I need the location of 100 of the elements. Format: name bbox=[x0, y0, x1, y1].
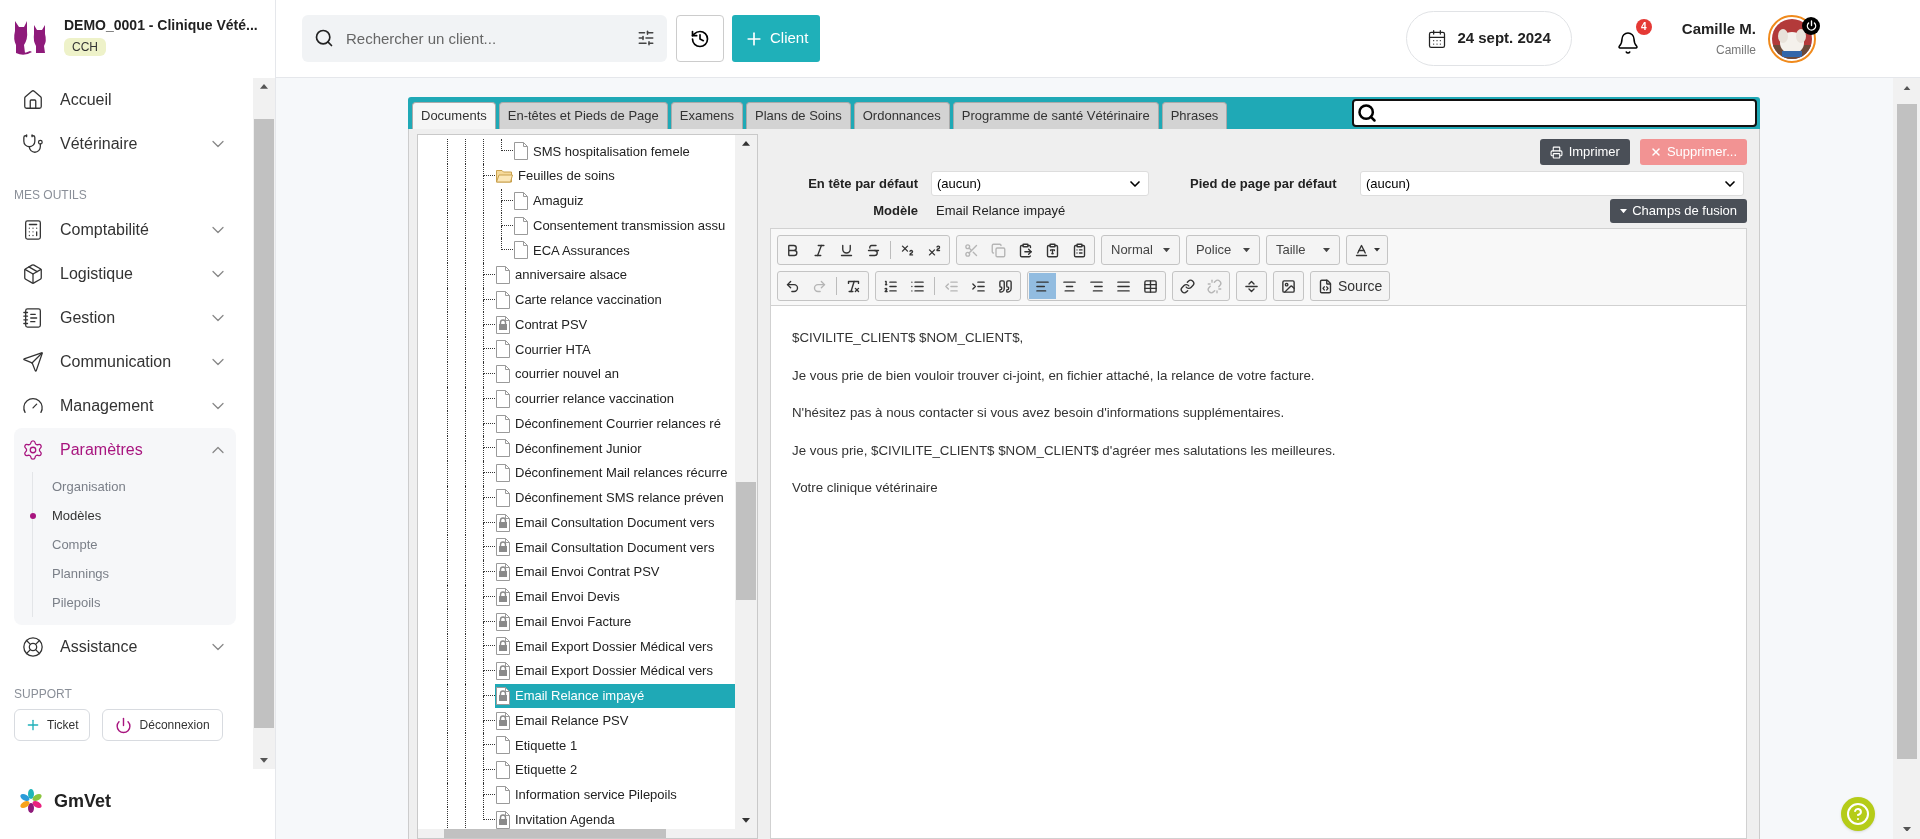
logout-button[interactable]: Déconnexion bbox=[101, 709, 223, 741]
tab[interactable]: Examens bbox=[670, 102, 743, 129]
caret-icon bbox=[1620, 208, 1628, 214]
tree-item[interactable]: courrier relance vaccination bbox=[495, 386, 735, 412]
tree-item[interactable]: Carte relance vaccination bbox=[495, 287, 735, 313]
document-icon bbox=[496, 439, 510, 458]
tree-item[interactable]: Etiquette 2 bbox=[495, 757, 735, 783]
document-icon bbox=[496, 785, 510, 804]
tab[interactable]: Documents bbox=[412, 102, 496, 129]
document-icon bbox=[514, 191, 528, 210]
numbered-list-icon bbox=[883, 278, 898, 294]
submenu-item[interactable]: Modèles bbox=[33, 501, 236, 530]
scrollbar[interactable] bbox=[418, 829, 757, 838]
power-icon bbox=[114, 716, 132, 734]
tree-item[interactable]: Email Envoi Devis bbox=[495, 584, 735, 610]
arrow-up-icon bbox=[260, 84, 268, 89]
tree-item[interactable]: Consentement transmission assu bbox=[513, 213, 735, 238]
submenu-item[interactable]: Pilepoils bbox=[33, 588, 236, 617]
tree-item[interactable]: anniversaire alsace bbox=[495, 262, 735, 288]
locked-document-icon bbox=[496, 587, 510, 606]
nav-item[interactable]: Vétérinaire bbox=[14, 122, 236, 166]
tree-item[interactable]: courrier nouvel an bbox=[495, 361, 735, 387]
search-field[interactable]: Rechercher un client... bbox=[302, 15, 667, 62]
format-dropdown[interactable]: Taille bbox=[1267, 237, 1338, 263]
scrollbar[interactable] bbox=[735, 135, 757, 829]
header-select[interactable]: (aucun) bbox=[931, 171, 1149, 196]
tree-item[interactable]: SMS hospitalisation femele bbox=[513, 139, 735, 164]
tree-item[interactable]: Courrier HTA bbox=[495, 337, 735, 362]
tree-item[interactable]: Email Export Dossier Médical vers bbox=[495, 634, 735, 659]
notebook-icon bbox=[22, 307, 44, 329]
redo-icon bbox=[812, 278, 827, 294]
submenu-item[interactable]: Organisation bbox=[33, 472, 236, 501]
tree-item[interactable]: Déconfinement SMS relance préven bbox=[495, 485, 735, 511]
toolbar-button[interactable]: Source bbox=[1312, 273, 1389, 299]
scrollbar-thumb[interactable] bbox=[736, 481, 756, 600]
nav-item[interactable]: Accueil bbox=[14, 78, 236, 122]
tree-item[interactable]: Feuilles de soins bbox=[495, 163, 735, 189]
strikethrough-icon bbox=[866, 242, 881, 258]
submenu-item[interactable]: Plannings bbox=[33, 559, 236, 588]
history-button[interactable] bbox=[676, 15, 724, 62]
clinic-name: DEMO_0001 - Clinique Vété... bbox=[64, 15, 258, 35]
tree-item[interactable]: Etiquette 1 bbox=[495, 733, 735, 758]
search-icon bbox=[314, 28, 334, 48]
subscript-icon bbox=[900, 242, 915, 258]
nav-item[interactable]: Gestion bbox=[14, 296, 236, 340]
filter-icon bbox=[637, 29, 655, 47]
tree-item[interactable]: Email Relance PSV bbox=[495, 708, 735, 733]
tree-item[interactable]: Déconfinement Mail relances récurre bbox=[495, 460, 735, 486]
scrollbar[interactable] bbox=[1893, 78, 1920, 839]
user-role: Camille bbox=[1716, 41, 1756, 59]
clinic-badge: CCH bbox=[64, 37, 106, 56]
tree-item[interactable]: Email Consultation Document vers bbox=[495, 510, 735, 535]
power-icon bbox=[1805, 20, 1817, 31]
format-dropdown[interactable]: Police bbox=[1187, 237, 1258, 263]
submenu-item[interactable]: Compte bbox=[33, 530, 236, 559]
tab[interactable]: Plans de Soins bbox=[746, 102, 851, 129]
remove-format-icon bbox=[846, 278, 861, 294]
scrollbar[interactable] bbox=[253, 78, 275, 769]
tree-item[interactable]: Email Envoi Facture bbox=[495, 609, 735, 634]
tree-item[interactable]: Déconfinement Junior bbox=[495, 436, 735, 461]
notifications-button[interactable]: 4 bbox=[1611, 18, 1652, 59]
nav-item[interactable]: Assistance bbox=[14, 625, 236, 669]
locked-document-icon bbox=[496, 711, 510, 730]
tree-item[interactable]: Contrat PSV bbox=[495, 312, 735, 337]
tree-item[interactable]: Invitation Agenda bbox=[495, 807, 735, 829]
tree-item[interactable]: Email Consultation Document vers bbox=[495, 535, 735, 560]
locked-document-icon bbox=[496, 563, 510, 582]
nav-item[interactable]: Paramètres bbox=[14, 428, 236, 472]
text-color-icon bbox=[1353, 242, 1369, 258]
merge-fields-button[interactable]: Champs de fusion bbox=[1610, 199, 1747, 223]
image-icon bbox=[1281, 278, 1296, 294]
tab[interactable]: En-têtes et Pieds de Page bbox=[498, 102, 668, 129]
power-badge[interactable] bbox=[1802, 16, 1820, 35]
editor-paragraph: $CIVILITE_CLIENT$ $NOM_CLIENT$, bbox=[792, 329, 1025, 347]
nav-item[interactable]: Comptabilité bbox=[14, 208, 236, 252]
editor-paragraph: Votre clinique vétérinaire bbox=[792, 479, 939, 497]
section-title: SUPPORT bbox=[14, 686, 73, 703]
nav-item[interactable]: Logistique bbox=[14, 252, 236, 296]
nav-item[interactable]: Communication bbox=[14, 340, 236, 384]
tree-search-field[interactable] bbox=[1352, 99, 1757, 127]
nav-item[interactable]: Management bbox=[14, 384, 236, 428]
locked-document-icon bbox=[496, 612, 510, 631]
tree-item[interactable]: ECA Assurances bbox=[513, 238, 735, 263]
bold-icon bbox=[785, 242, 800, 258]
print-button[interactable]: Imprimer bbox=[1539, 139, 1630, 165]
ticket-button[interactable]: Ticket bbox=[14, 709, 90, 741]
tree-item[interactable]: Email Envoi Contrat PSV bbox=[495, 559, 735, 585]
document-icon bbox=[496, 266, 510, 285]
tree-item[interactable]: Email Export Dossier Médical vers bbox=[495, 658, 735, 684]
caret-icon bbox=[1242, 247, 1250, 253]
footer-select[interactable]: (aucun) bbox=[1360, 171, 1744, 196]
document-icon bbox=[514, 241, 528, 260]
format-dropdown[interactable]: Normal bbox=[1103, 237, 1178, 263]
tab[interactable]: Phrases bbox=[1161, 102, 1228, 129]
tree-item[interactable]: Information service Pilepoils bbox=[495, 782, 735, 808]
tree-item[interactable]: Déconfinement Courrier relances ré bbox=[495, 411, 735, 436]
tab[interactable]: Ordonnances bbox=[853, 102, 950, 129]
tree-item[interactable]: Amaguiz bbox=[513, 188, 735, 214]
bell-icon bbox=[1615, 30, 1640, 55]
tab[interactable]: Programme de santé Vétérinaire bbox=[952, 102, 1159, 129]
